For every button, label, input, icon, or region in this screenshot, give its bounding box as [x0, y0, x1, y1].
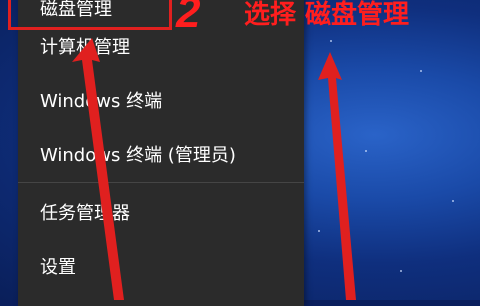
arrow-to-instruction [318, 52, 356, 300]
arrow-to-highlight [72, 38, 124, 300]
annotation-arrows [72, 38, 356, 300]
